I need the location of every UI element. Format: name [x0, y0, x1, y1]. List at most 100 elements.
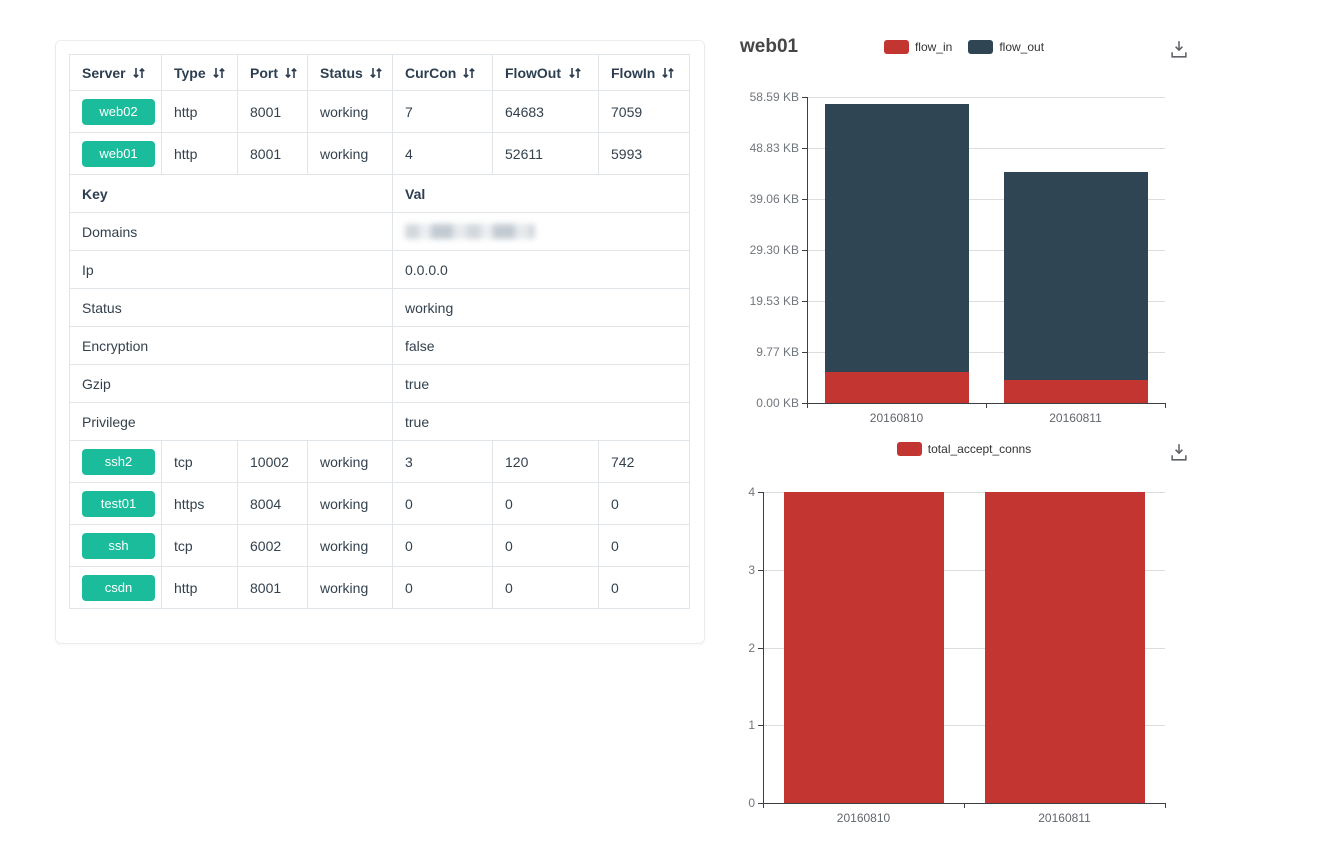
server-detail-card: Server Type Port Status CurCon FlowOut F…	[55, 40, 705, 644]
cell-flowout: 52611	[493, 133, 599, 175]
x-axis-label: 20160811	[995, 811, 1135, 825]
sort-icon[interactable]	[212, 66, 226, 80]
bar-flow_out[interactable]	[1004, 172, 1148, 380]
x-axis-label: 20160810	[794, 811, 934, 825]
cell-flowin: 7059	[599, 91, 690, 133]
table-row: test01 https 8004 working 0 0 0	[70, 483, 690, 525]
column-header-server[interactable]: Server	[70, 55, 162, 91]
cell-status: working	[308, 133, 393, 175]
chart-legend: total_accept_conns	[739, 442, 1189, 456]
bar-flow_out[interactable]	[825, 104, 969, 372]
y-axis-label: 39.06 KB	[729, 191, 799, 207]
cell-flowin: 0	[599, 483, 690, 525]
bar-flow_in[interactable]	[1004, 380, 1148, 403]
kv-val: false	[393, 327, 690, 365]
cell-flowout: 120	[493, 441, 599, 483]
table-row: csdn http 8001 working 0 0 0	[70, 567, 690, 609]
cell-curcon: 0	[393, 483, 493, 525]
cell-type: https	[162, 483, 238, 525]
cell-port: 8001	[238, 567, 308, 609]
download-icon[interactable]	[1168, 38, 1190, 60]
sort-icon[interactable]	[132, 66, 146, 80]
cell-type: tcp	[162, 441, 238, 483]
y-axis-label: 4	[685, 484, 755, 500]
kv-key: Gzip	[70, 365, 393, 403]
x-axis-tick	[1165, 403, 1166, 408]
connections-chart: total_accept_conns 012342016081020160811	[739, 435, 1189, 835]
cell-status: working	[308, 567, 393, 609]
server-button[interactable]: web02	[82, 99, 155, 125]
cell-curcon: 7	[393, 91, 493, 133]
bar-total_accept_conns[interactable]	[784, 492, 944, 803]
column-header-type[interactable]: Type	[162, 55, 238, 91]
cell-flowin: 742	[599, 441, 690, 483]
domains-value-redacted	[405, 224, 535, 239]
bar-total_accept_conns[interactable]	[985, 492, 1145, 803]
kv-val-header: Val	[393, 175, 690, 213]
server-button[interactable]: ssh	[82, 533, 155, 559]
y-axis-line	[763, 492, 764, 803]
kv-val: 0.0.0.0	[393, 251, 690, 289]
y-axis-label: 48.83 KB	[729, 140, 799, 156]
table-header-row: Server Type Port Status CurCon FlowOut F…	[70, 55, 690, 91]
column-label: FlowIn	[611, 65, 655, 81]
table-row: ssh tcp 6002 working 0 0 0	[70, 525, 690, 567]
kv-val: true	[393, 365, 690, 403]
legend-label[interactable]: flow_in	[915, 40, 952, 54]
legend-label[interactable]: total_accept_conns	[928, 442, 1031, 456]
legend-item-flow-out[interactable]: flow_out	[968, 40, 1044, 54]
table-row: web02 http 8001 working 7 64683 7059	[70, 91, 690, 133]
cell-curcon: 4	[393, 133, 493, 175]
download-icon[interactable]	[1168, 441, 1190, 463]
cell-server: ssh	[70, 525, 162, 567]
x-axis-label: 20160810	[827, 411, 967, 425]
y-axis-label: 0.00 KB	[729, 395, 799, 411]
kv-row: Gzip true	[70, 365, 690, 403]
legend-swatch[interactable]	[884, 40, 909, 54]
cell-port: 6002	[238, 525, 308, 567]
server-button[interactable]: web01	[82, 141, 155, 167]
kv-row: Status working	[70, 289, 690, 327]
cell-server: web01	[70, 133, 162, 175]
sort-icon[interactable]	[284, 66, 298, 80]
column-header-flowin[interactable]: FlowIn	[599, 55, 690, 91]
legend-swatch[interactable]	[897, 442, 922, 456]
y-axis-label: 2	[685, 640, 755, 656]
server-button[interactable]: csdn	[82, 575, 155, 601]
legend-item-total-accept-conns[interactable]: total_accept_conns	[897, 442, 1031, 456]
table-row: web01 http 8001 working 4 52611 5993	[70, 133, 690, 175]
y-axis-label: 3	[685, 562, 755, 578]
kv-row: Domains	[70, 213, 690, 251]
legend-label[interactable]: flow_out	[999, 40, 1044, 54]
sort-icon[interactable]	[661, 66, 675, 80]
column-label: CurCon	[405, 65, 456, 81]
column-header-flowout[interactable]: FlowOut	[493, 55, 599, 91]
column-header-curcon[interactable]: CurCon	[393, 55, 493, 91]
server-button[interactable]: ssh2	[82, 449, 155, 475]
cell-port: 8001	[238, 91, 308, 133]
bar-flow_in[interactable]	[825, 372, 969, 403]
kv-key: Status	[70, 289, 393, 327]
kv-key: Privilege	[70, 403, 393, 441]
y-axis-label: 9.77 KB	[729, 344, 799, 360]
kv-val: true	[393, 403, 690, 441]
column-label: Port	[250, 65, 278, 81]
legend-swatch[interactable]	[968, 40, 993, 54]
sort-icon[interactable]	[462, 66, 476, 80]
kv-key: Ip	[70, 251, 393, 289]
sort-icon[interactable]	[568, 66, 582, 80]
sort-icon[interactable]	[369, 66, 383, 80]
chart-legend: flow_in flow_out	[739, 40, 1189, 54]
column-header-status[interactable]: Status	[308, 55, 393, 91]
cell-type: tcp	[162, 525, 238, 567]
y-axis-label: 58.59 KB	[729, 89, 799, 105]
kv-row: Privilege true	[70, 403, 690, 441]
column-label: FlowOut	[505, 65, 561, 81]
column-header-port[interactable]: Port	[238, 55, 308, 91]
cell-type: http	[162, 91, 238, 133]
kv-row: Ip 0.0.0.0	[70, 251, 690, 289]
column-label: Type	[174, 65, 206, 81]
server-button[interactable]: test01	[82, 491, 155, 517]
legend-item-flow-in[interactable]: flow_in	[884, 40, 952, 54]
gridline	[807, 97, 1165, 98]
